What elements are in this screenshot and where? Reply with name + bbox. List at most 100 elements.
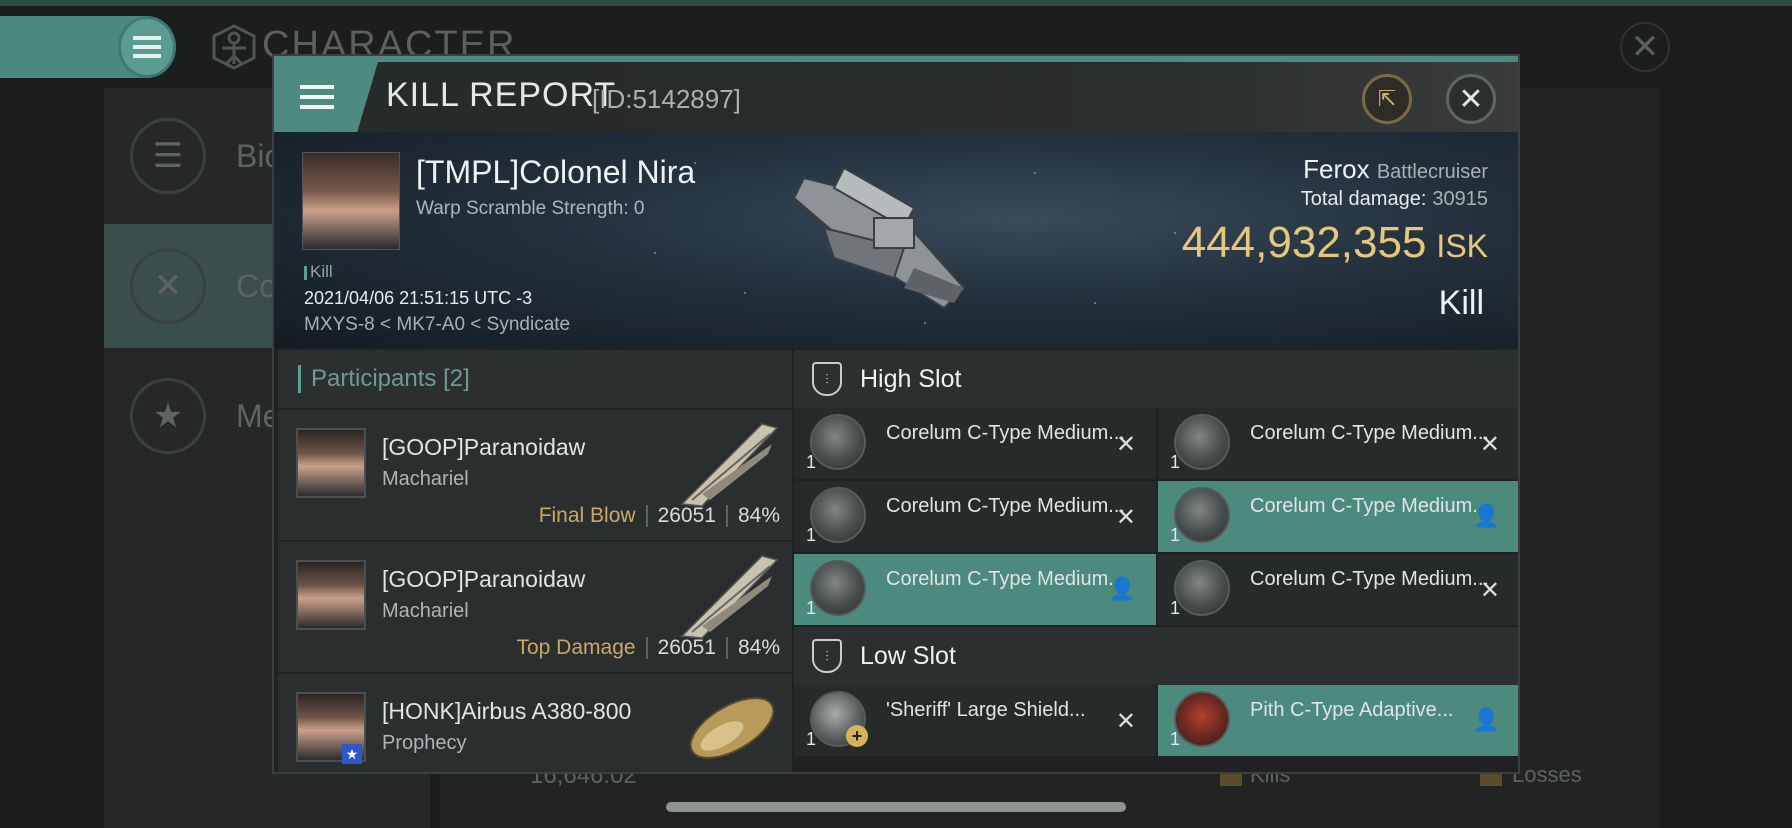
module-qty: 1	[806, 729, 817, 749]
fitting-panel: ⫶ High Slot 1 Corelum C-Type Medium... ✕…	[794, 350, 1518, 772]
menu-icon: ☰	[130, 118, 206, 194]
module-item[interactable]: 1 Pith C-Type Adaptive... 👤	[1158, 685, 1518, 756]
participants-label: Participants	[311, 365, 437, 392]
share-button[interactable]: ⇱	[1362, 74, 1412, 124]
participant-percent: 84%	[737, 504, 780, 527]
top-damage-label: Top Damage	[516, 636, 636, 659]
participant-ship-image	[680, 555, 779, 639]
page-close-button[interactable]: ✕	[1620, 22, 1670, 72]
star-badge-icon: ★	[342, 744, 362, 764]
module-item[interactable]: 1 Corelum C-Type Medium... ✕	[1158, 408, 1518, 479]
participant-stats: Final Blow 26051 84%	[539, 504, 780, 528]
module-item[interactable]: 1 Corelum C-Type Medium... 👤	[1158, 481, 1518, 552]
module-qty: 1	[806, 452, 817, 472]
result-label: Kill	[1438, 284, 1484, 322]
isk-unit: ISK	[1436, 228, 1488, 264]
high-slot-modules: 1 Corelum C-Type Medium... ✕ 1 Corelum C…	[794, 408, 1518, 625]
participant-portrait[interactable]	[296, 560, 366, 630]
module-name: Corelum C-Type Medium...	[1250, 568, 1489, 590]
participant-ship-image	[689, 697, 775, 759]
dropped-person-icon: 👤	[1472, 503, 1500, 528]
kill-location[interactable]: MXYS-8 < MK7-A0 < Syndicate	[304, 314, 570, 336]
module-icon	[1174, 691, 1230, 747]
share-icon: ⇱	[1377, 86, 1397, 111]
module-name: Corelum C-Type Medium...	[886, 422, 1125, 444]
participants-header[interactable]: Participants [2]	[278, 350, 792, 408]
module-qty: 1	[806, 525, 817, 545]
close-icon: ✕	[1458, 82, 1484, 116]
losses-label[interactable]: Losses	[1512, 762, 1582, 788]
victim-portrait[interactable]	[302, 152, 400, 250]
horizontal-scrollbar[interactable]	[666, 802, 1126, 812]
destroyed-icon: ✕	[1115, 504, 1136, 531]
kill-id: [ID:5142897]	[592, 84, 741, 114]
isk-value: 444,932,355 ISK	[1182, 218, 1488, 268]
destroyed-icon: ✕	[1479, 577, 1500, 604]
low-slot-icon: ⫶	[812, 639, 842, 673]
total-damage-value: 30915	[1432, 188, 1488, 210]
participant-row[interactable]: [GOOP]Paranoidaw Machariel Final Blow 26…	[278, 408, 792, 540]
victim-banner: [TMPL]Colonel Nira Warp Scramble Strengt…	[274, 132, 1518, 348]
participant-row[interactable]: ★ [HONK]Airbus A380-800 Prophecy	[278, 672, 792, 772]
kill-tag: Kill	[304, 262, 333, 282]
module-name: Corelum C-Type Medium...	[886, 495, 1125, 517]
module-icon	[810, 487, 866, 543]
module-item[interactable]: + 1 'Sheriff' Large Shield... ✕	[794, 685, 1156, 756]
close-button[interactable]: ✕	[1446, 74, 1496, 124]
final-blow-label: Final Blow	[538, 504, 636, 527]
module-item[interactable]: 1 Corelum C-Type Medium... ✕	[1158, 554, 1518, 625]
victim-ship-image	[792, 166, 966, 310]
module-item[interactable]: 1 Corelum C-Type Medium... 👤	[794, 554, 1156, 625]
module-qty: 1	[1170, 729, 1181, 749]
module-name: Corelum C-Type Medium...	[1250, 422, 1489, 444]
module-qty: 1	[1170, 525, 1181, 545]
participant-stats: Top Damage 26051 84%	[516, 636, 780, 660]
dropped-person-icon: 👤	[1472, 707, 1500, 732]
participant-ship: Machariel	[382, 600, 469, 622]
module-name: Pith C-Type Adaptive...	[1250, 699, 1454, 721]
module-item[interactable]: 1 Corelum C-Type Medium... ✕	[794, 408, 1156, 479]
combat-icon: ✕	[130, 248, 206, 324]
module-name: Corelum C-Type Medium...	[1250, 495, 1489, 517]
module-icon	[1174, 487, 1230, 543]
ship-name-label: Ferox	[1303, 154, 1370, 184]
participant-ship: Machariel	[382, 468, 469, 490]
participant-ship: Prophecy	[382, 732, 467, 754]
victim-name[interactable]: [TMPL]Colonel Nira	[416, 154, 695, 191]
participant-ship-image	[680, 423, 779, 507]
total-damage-label: Total damage:	[1300, 188, 1427, 210]
participant-name: [HONK]Airbus A380-800	[382, 698, 632, 724]
top-accent-line	[0, 0, 1792, 6]
high-slot-header: ⫶ High Slot	[794, 350, 1518, 408]
low-slot-label: Low Slot	[860, 641, 956, 670]
kill-report-window: KILL REPORT [ID:5142897] ⇱ ✕ [TMPL]Colon…	[272, 54, 1520, 774]
module-icon	[1174, 560, 1230, 616]
module-item[interactable]: 1 Corelum C-Type Medium... ✕	[794, 481, 1156, 552]
main-menu-button[interactable]	[118, 16, 176, 78]
module-icon	[810, 414, 866, 470]
participants-panel: Participants [2] [GOOP]Paranoidaw Machar…	[278, 350, 792, 772]
medal-star-icon: ★	[130, 378, 206, 454]
warp-scramble-strength: Warp Scramble Strength: 0	[416, 198, 645, 219]
participant-damage: 26051	[657, 504, 716, 527]
destroyed-icon: ✕	[1479, 431, 1500, 458]
victim-ship[interactable]: Ferox Battlecruiser	[1303, 154, 1488, 185]
dropped-person-icon: 👤	[1108, 576, 1136, 601]
participant-damage: 26051	[657, 636, 716, 659]
module-icon	[1174, 414, 1230, 470]
total-damage: Total damage: 30915	[1301, 188, 1488, 211]
low-slot-modules: + 1 'Sheriff' Large Shield... ✕ 1 Pith C…	[794, 685, 1518, 756]
participant-portrait[interactable]	[296, 428, 366, 498]
participants-count: [2]	[443, 365, 470, 392]
participant-name: [GOOP]Paranoidaw	[382, 566, 586, 592]
module-qty: 1	[806, 598, 817, 618]
participant-percent: 84%	[737, 636, 780, 659]
participant-row[interactable]: [GOOP]Paranoidaw Machariel Top Damage 26…	[278, 540, 792, 672]
high-slot-icon: ⫶	[812, 362, 842, 396]
kill-tag-label: Kill	[310, 262, 333, 281]
low-slot-header: ⫶ Low Slot	[794, 627, 1518, 685]
kill-datetime: 2021/04/06 21:51:15 UTC -3	[304, 288, 533, 308]
module-name: 'Sheriff' Large Shield...	[886, 699, 1086, 721]
character-icon	[212, 24, 256, 70]
module-icon	[810, 560, 866, 616]
